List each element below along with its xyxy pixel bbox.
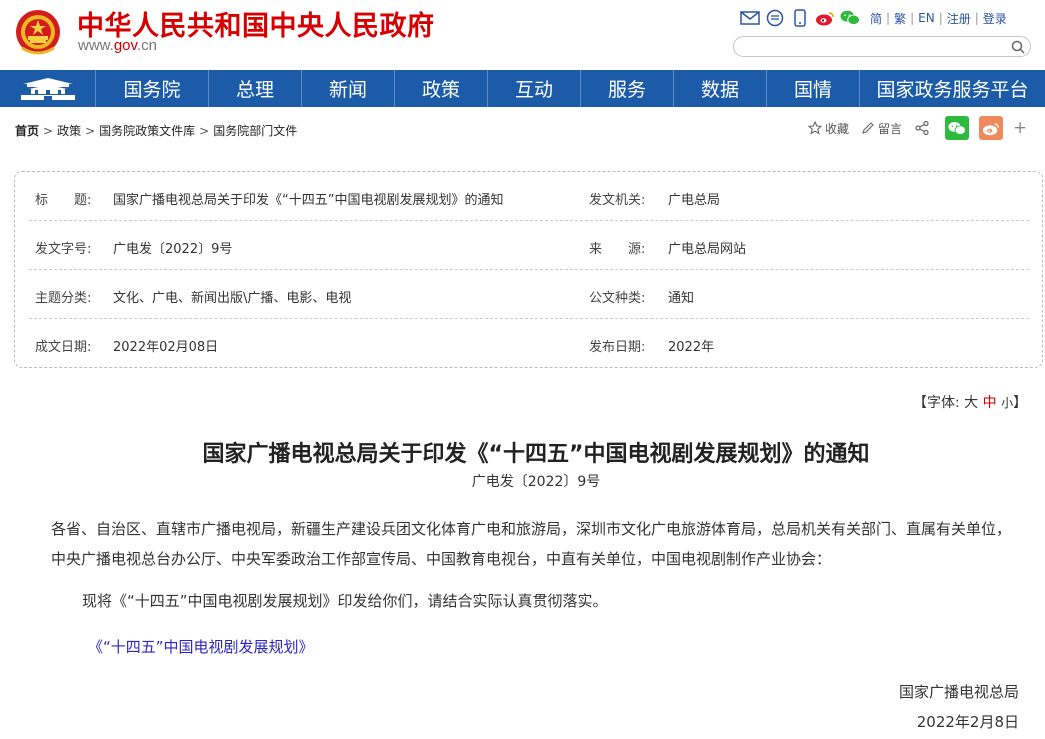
- font-size-switch: 【字体: 大 中 小】: [913, 392, 1027, 412]
- nav-item-interaction[interactable]: 互动: [488, 70, 581, 107]
- search-box: [733, 36, 1031, 57]
- comment-label: 留言: [878, 121, 903, 136]
- share-weibo-icon[interactable]: [979, 116, 1004, 140]
- register-link[interactable]: 注册: [944, 10, 974, 27]
- written-date-value: 2022年02月08日: [113, 340, 219, 355]
- docno-value: 广电发〔2022〕9号: [113, 242, 233, 257]
- info-row-title: 标 题: 国家广播电视总局关于印发《“十四五”中国电视剧发展规划》的通知 发文机…: [29, 172, 1029, 221]
- site-header: 中华人民共和国中央人民政府 www.gov.cn 简 | 繁 | EN | 注册…: [0, 0, 1045, 70]
- nav-item-policy[interactable]: 政策: [395, 70, 488, 107]
- published-date-value: 2022年: [668, 340, 715, 355]
- breadcrumb-separator: >: [199, 123, 210, 138]
- info-row-docno: 发文字号: 广电发〔2022〕9号 来 源: 广电总局网站: [29, 221, 1029, 270]
- main-nav: 国务院 总理 新闻 政策 互动 服务 数据 国情 国家政务服务平台: [0, 70, 1045, 107]
- login-link[interactable]: 登录: [980, 10, 1010, 27]
- document-info-table: 标 题: 国家广播电视总局关于印发《“十四五”中国电视剧发展规划》的通知 发文机…: [14, 171, 1043, 368]
- article-title: 国家广播电视总局关于印发《“十四五”中国电视剧发展规划》的通知: [202, 442, 870, 467]
- article-recipients: 各省、自治区、直辖市广播电视局，新疆生产建设兵团文化体育广电和旅游局，深圳市文化…: [51, 520, 1012, 568]
- mail-icon[interactable]: [740, 9, 760, 27]
- site-url-prefix: www.: [78, 37, 114, 54]
- font-small-button[interactable]: 小: [1001, 396, 1013, 410]
- chat-icon[interactable]: [765, 9, 785, 27]
- nav-item-state-council[interactable]: 国务院: [96, 70, 209, 107]
- breadcrumb-separator: >: [43, 123, 54, 138]
- topic-value: 文化、广电、新闻出版\广播、电影、电视: [113, 291, 352, 306]
- mobile-icon[interactable]: [790, 9, 810, 27]
- site-url-suffix: .cn: [136, 37, 157, 54]
- published-date-label: 发布日期:: [589, 340, 646, 355]
- pen-icon: [862, 122, 874, 134]
- share-wechat-icon[interactable]: [945, 116, 970, 140]
- info-row-dates: 成文日期: 2022年02月08日 发布日期: 2022年: [29, 319, 1029, 368]
- article-date: 2022年2月8日: [916, 713, 1019, 731]
- search-icon[interactable]: [1010, 39, 1026, 55]
- info-row-topic: 主题分类: 文化、广电、新闻出版\广播、电影、电视 公文种类: 通知: [29, 270, 1029, 319]
- comment-button[interactable]: 留言: [861, 120, 902, 137]
- article-doc-number: 广电发〔2022〕9号: [471, 474, 601, 490]
- breadcrumb: 首页 > 政策 > 国务院政策文件库 > 国务院部门文件: [15, 122, 297, 139]
- breadcrumb-policy[interactable]: 政策: [57, 122, 81, 139]
- nav-item-premier[interactable]: 总理: [209, 70, 302, 107]
- wechat-icon[interactable]: [840, 9, 860, 27]
- font-switch-close: 】: [1013, 395, 1028, 411]
- issuer-value: 广电总局: [668, 193, 721, 208]
- favorite-label: 收藏: [825, 121, 850, 136]
- article-body: 现将《“十四五”中国电视剧发展规划》印发给你们，请结合实际认真贯彻落实。: [82, 592, 608, 610]
- nav-item-national-info[interactable]: 国情: [767, 70, 860, 107]
- more-share-icon[interactable]: +: [1013, 118, 1027, 138]
- share-icon[interactable]: [914, 120, 933, 136]
- search-input[interactable]: [744, 37, 1004, 56]
- breadcrumb-policy-library[interactable]: 国务院政策文件库: [99, 122, 195, 139]
- site-url[interactable]: www.gov.cn: [78, 37, 157, 54]
- nav-item-service[interactable]: 服务: [581, 70, 674, 107]
- national-emblem-icon[interactable]: [14, 8, 62, 58]
- title-value: 国家广播电视总局关于印发《“十四五”中国电视剧发展规划》的通知: [113, 193, 504, 208]
- font-medium-button[interactable]: 中: [983, 395, 997, 411]
- tiananmen-icon[interactable]: [0, 70, 96, 107]
- nav-item-gov-service-platform[interactable]: 国家政务服务平台: [860, 70, 1045, 107]
- breadcrumb-home[interactable]: 首页: [15, 122, 39, 139]
- lang-simplified-link[interactable]: 简: [867, 10, 885, 27]
- nav-item-news[interactable]: 新闻: [302, 70, 395, 107]
- written-date-label: 成文日期:: [35, 340, 92, 355]
- page-actions: 收藏 留言 +: [808, 116, 1027, 140]
- breadcrumb-dept-docs[interactable]: 国务院部门文件: [213, 122, 297, 139]
- topic-label: 主题分类:: [35, 291, 92, 306]
- breadcrumb-separator: >: [85, 123, 96, 138]
- issuer-label: 发文机关:: [589, 193, 646, 208]
- favorite-button[interactable]: 收藏: [808, 120, 849, 137]
- article-signer: 国家广播电视总局: [898, 683, 1019, 701]
- font-switch-open: 【字体:: [913, 395, 960, 411]
- nav-item-data[interactable]: 数据: [674, 70, 767, 107]
- star-icon: [808, 121, 822, 135]
- type-label: 公文种类:: [589, 291, 646, 306]
- attachment-link[interactable]: 《“十四五”中国电视剧发展规划》: [88, 636, 314, 657]
- title-label: 标 题:: [35, 193, 92, 208]
- source-label: 来 源:: [589, 242, 646, 257]
- lang-english-link[interactable]: EN: [915, 11, 938, 25]
- language-links: 简 | 繁 | EN | 注册 | 登录: [867, 10, 1010, 27]
- top-tools: 简 | 繁 | EN | 注册 | 登录: [740, 8, 1010, 28]
- lang-traditional-link[interactable]: 繁: [891, 10, 909, 27]
- source-value: 广电总局网站: [668, 242, 747, 257]
- type-value: 通知: [668, 291, 695, 306]
- font-large-button[interactable]: 大: [964, 395, 978, 411]
- docno-label: 发文字号:: [35, 242, 92, 257]
- site-url-gov: gov: [113, 37, 137, 54]
- weibo-icon[interactable]: [815, 9, 835, 27]
